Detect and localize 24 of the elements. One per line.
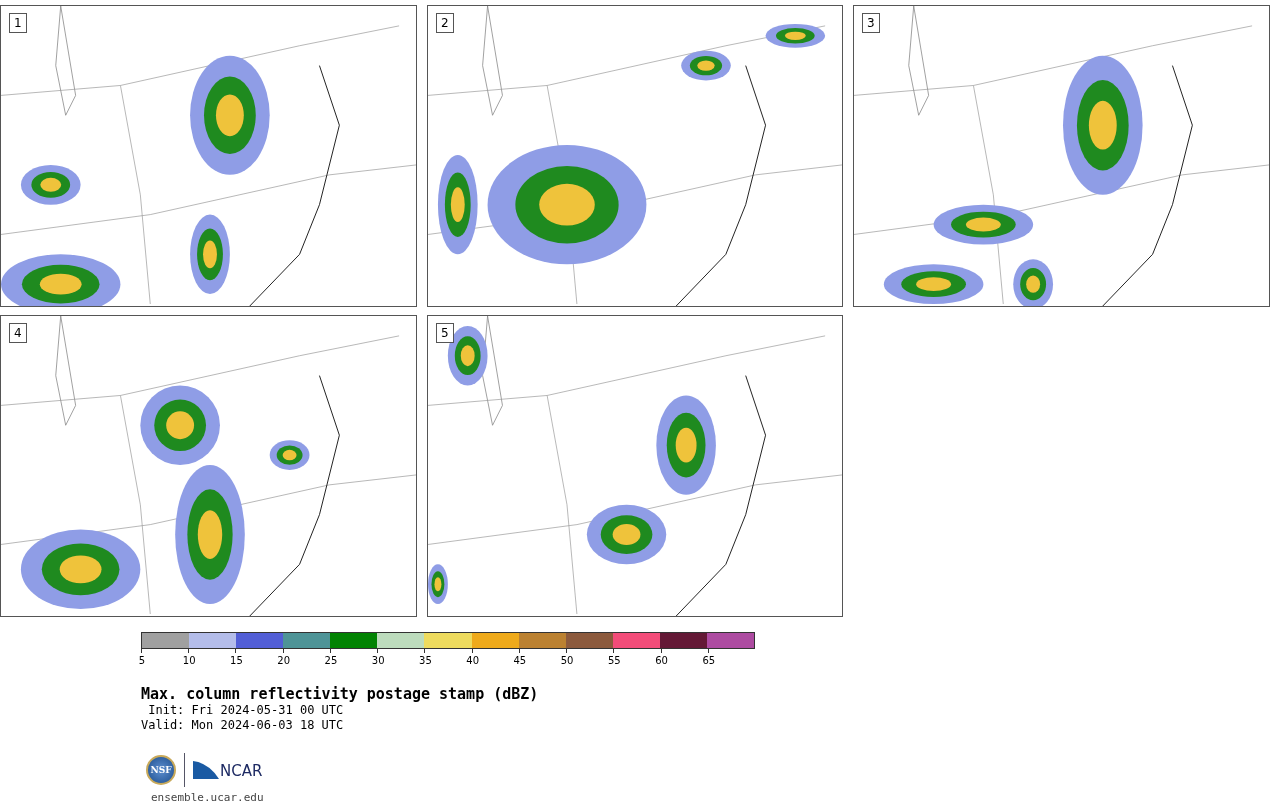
tick-label: 40 — [466, 655, 479, 666]
nsf-logo: NSF — [146, 755, 176, 785]
tick-label: 15 — [230, 655, 243, 666]
tick-label: 45 — [513, 655, 527, 666]
tick-label: 35 — [419, 655, 432, 666]
tick-label: 60 — [655, 655, 668, 666]
tick-label: 5 — [138, 655, 146, 666]
panel-number: 2 — [436, 13, 454, 33]
panel-number: 3 — [862, 13, 880, 33]
tick-label: 25 — [324, 655, 338, 666]
ncar-logo: NCAR — [193, 761, 263, 779]
tick-label: 10 — [182, 655, 196, 666]
init-time: Init: Fri 2024-05-31 00 UTC — [147, 703, 345, 718]
tick-label: 50 — [560, 655, 574, 666]
tick-label: 65 — [702, 655, 716, 666]
site-url: ensemble.ucar.edu — [151, 791, 265, 804]
tick-label: 55 — [608, 655, 621, 666]
tick-label: 20 — [277, 655, 291, 666]
panel-number: 1 — [9, 13, 27, 33]
panel-number: 4 — [9, 323, 27, 343]
chart-title: Max. column reflectivity postage stamp (dBZ) — [141, 685, 540, 703]
valid-time: Valid: Mon 2024-06-03 18 UTC — [141, 718, 345, 733]
tick-label: 30 — [371, 655, 385, 666]
panel-number: 5 — [436, 323, 454, 343]
